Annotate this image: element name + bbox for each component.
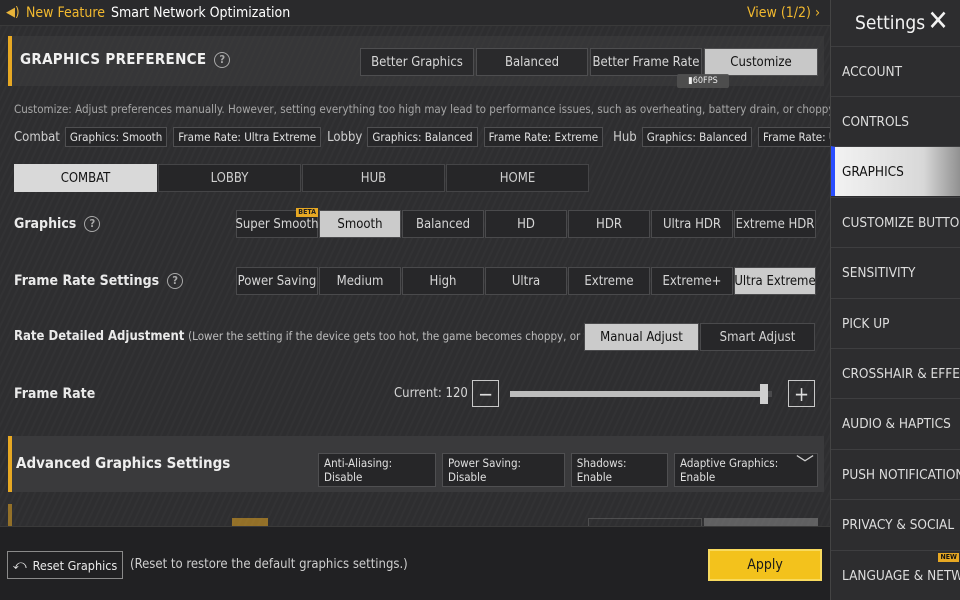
help-icon[interactable]: ? — [167, 273, 184, 289]
advanced-graphics-label: Advanced Graphics Settings — [16, 454, 231, 472]
graphics-super-smooth[interactable]: Super Smooth BETA — [235, 208, 319, 238]
chip-power-saving: Power Saving: Disable — [441, 453, 565, 487]
fps-ultra[interactable]: Ultra — [485, 267, 567, 295]
summary-combat-graphics: Graphics: Smooth — [64, 127, 168, 147]
speaker-icon: ◀) — [6, 5, 20, 20]
fps-power-saving[interactable]: Power Saving — [236, 267, 318, 295]
fps-medium[interactable]: Medium — [319, 267, 401, 295]
adjustment-segment: Manual Adjust Smart Adjust — [584, 323, 816, 351]
apply-button[interactable]: Apply — [708, 549, 822, 581]
sidebar-header: Settings ✕ — [831, 0, 960, 46]
frame-rate-current: Current: 120 — [394, 386, 468, 401]
graphics-balanced[interactable]: Balanced — [402, 210, 484, 238]
tab-lobby[interactable]: LOBBY — [158, 164, 301, 192]
frame-rate-slider[interactable] — [510, 391, 772, 397]
sidebar-item-audio[interactable]: AUDIO & HAPTICS — [831, 398, 960, 448]
customize-description: Customize: Adjust preferences manually. … — [14, 102, 830, 116]
chevron-down-icon[interactable]: ﹀ — [796, 450, 814, 476]
advanced-chips: Anti-Aliasing: Disable Power Saving: Dis… — [318, 453, 824, 487]
feature-banner[interactable]: ◀) New Feature Smart Network Optimizatio… — [0, 0, 830, 26]
fps-extreme-plus[interactable]: Extreme+ — [651, 267, 733, 295]
sidebar-item-sensitivity[interactable]: SENSITIVITY — [831, 247, 960, 297]
preference-segment: Better Graphics Balanced Better Frame Ra… — [360, 48, 820, 76]
undo-icon: ⤺ — [12, 557, 27, 573]
partially-hidden-row — [8, 504, 824, 526]
reset-graphics-button[interactable]: ⤺ Reset Graphics — [7, 551, 123, 579]
help-icon[interactable]: ? — [84, 216, 101, 232]
pref-better-frame-rate[interactable]: Better Frame Rate — [590, 48, 702, 76]
graphics-row: Graphics? Super Smooth BETA Smooth Balanc… — [0, 202, 830, 250]
frame-rate-settings-label: Frame Rate Settings? — [14, 273, 184, 289]
summary-hub-label: Hub — [613, 129, 637, 145]
adjustment-label: Rate Detailed Adjustment (Lower the sett… — [14, 329, 642, 344]
sidebar-item-customize-buttons[interactable]: CUSTOMIZE BUTTONS — [831, 197, 960, 247]
banner-new-label: New Feature — [26, 4, 105, 21]
sidebar-item-language[interactable]: LANGUAGE & NETWORKNEW — [831, 550, 960, 600]
help-icon[interactable]: ? — [214, 51, 231, 68]
sidebar-item-crosshair[interactable]: CROSSHAIR & EFFECTS — [831, 348, 960, 398]
chip-anti-aliasing: Anti-Aliasing: Disable — [318, 453, 436, 487]
banner-title: Smart Network Optimization — [110, 4, 291, 21]
manual-adjust-button[interactable]: Manual Adjust — [584, 323, 699, 351]
close-icon[interactable]: ✕ — [923, 6, 953, 36]
pref-better-graphics[interactable]: Better Graphics — [360, 48, 474, 76]
sidebar-item-controls[interactable]: CONTROLS — [831, 96, 960, 146]
reset-note: (Reset to restore the default graphics s… — [130, 557, 408, 572]
graphics-settings-panel: GRAPHICS PREFERENCE? Better Graphics Bal… — [0, 26, 830, 526]
summary-combat-fps: Frame Rate: Ultra Extreme — [173, 127, 322, 147]
graphics-ultra-hdr[interactable]: Ultra HDR — [651, 210, 733, 238]
mode-tabs: COMBAT LOBBY HUB HOME — [14, 164, 590, 192]
graphics-segment: Super Smooth BETA Smooth Balanced HD HDR … — [235, 208, 817, 238]
sidebar-item-account[interactable]: ACCOUNT — [831, 46, 960, 96]
frame-rate-decrease-button[interactable]: − — [472, 380, 499, 407]
slider-thumb[interactable] — [760, 384, 769, 404]
advanced-graphics-row[interactable]: Advanced Graphics Settings Anti-Aliasing… — [8, 436, 824, 492]
summary-lobby-fps: Frame Rate: Extreme — [483, 127, 604, 147]
frame-rate-segment: Power Saving Medium High Ultra Extreme E… — [236, 267, 817, 295]
pref-balanced[interactable]: Balanced — [476, 48, 588, 76]
chip-shadows: Shadows: Enable — [570, 453, 668, 487]
graphics-smooth[interactable]: Smooth — [319, 210, 401, 238]
fps-tag: ▮ 60FPS — [677, 74, 729, 88]
fps-extreme[interactable]: Extreme — [568, 267, 650, 295]
mode-summary: Combat Graphics: Smooth Frame Rate: Ultr… — [14, 127, 830, 147]
tab-hub[interactable]: HUB — [302, 164, 445, 192]
smart-adjust-button[interactable]: Smart Adjust — [700, 323, 815, 351]
frame-rate-settings-row: Frame Rate Settings? Power Saving Medium… — [0, 259, 830, 307]
sidebar-item-push-notifications[interactable]: PUSH NOTIFICATIONS — [831, 449, 960, 499]
summary-hub-graphics: Graphics: Balanced — [641, 127, 753, 147]
graphics-preference-title: GRAPHICS PREFERENCE? — [20, 50, 231, 68]
summary-lobby-graphics: Graphics: Balanced — [367, 127, 478, 147]
tab-combat[interactable]: COMBAT — [14, 164, 157, 192]
sidebar-item-graphics[interactable]: GRAPHICS — [831, 146, 960, 196]
fps-ultra-extreme[interactable]: Ultra Extreme — [734, 267, 816, 295]
tab-home[interactable]: HOME — [446, 164, 589, 192]
graphics-label: Graphics? — [14, 216, 101, 232]
settings-title: Settings — [855, 12, 926, 34]
new-badge: NEW — [938, 553, 959, 562]
banner-view-link[interactable]: View (1/2) › — [747, 5, 820, 21]
adjustment-note: (Lower the setting if the device gets to… — [188, 329, 642, 343]
graphics-hdr[interactable]: HDR — [568, 210, 650, 238]
fps-high[interactable]: High — [402, 267, 484, 295]
frame-rate-increase-button[interactable]: + — [788, 380, 815, 407]
graphics-hd[interactable]: HD — [485, 210, 567, 238]
bottom-bar: ⤺ Reset Graphics (Reset to restore the de… — [0, 526, 830, 600]
beta-badge: BETA — [296, 208, 318, 217]
slider-fill — [510, 391, 765, 397]
frame-rate-label: Frame Rate — [14, 386, 96, 402]
summary-combat-label: Combat — [14, 129, 60, 145]
pref-customize[interactable]: Customize — [704, 48, 818, 76]
sidebar-item-privacy[interactable]: PRIVACY & SOCIAL — [831, 499, 960, 549]
summary-lobby-label: Lobby — [327, 129, 363, 145]
summary-hub-fps: Frame Rate: Ultra — [758, 127, 830, 147]
settings-sidebar: Settings ✕ ACCOUNT CONTROLS GRAPHICS CUS… — [830, 0, 960, 600]
sidebar-item-pick-up[interactable]: PICK UP — [831, 298, 960, 348]
graphics-extreme-hdr[interactable]: Extreme HDR — [734, 210, 816, 238]
